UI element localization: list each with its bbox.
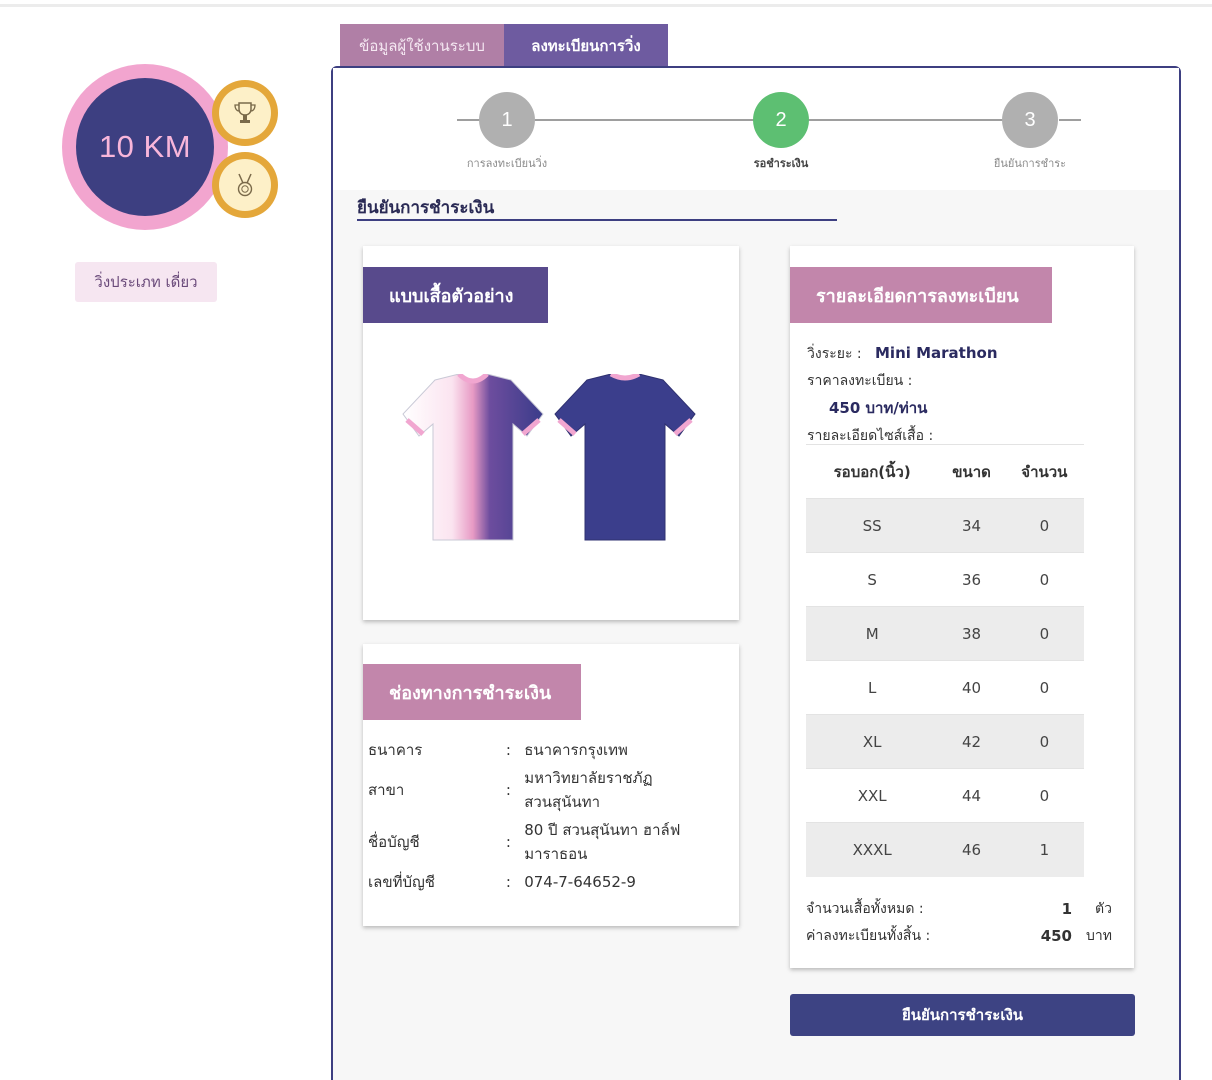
payment-channel-card: ช่องทางการชำระเงิน ธนาคาร : ธนาคารกรุงเท… bbox=[363, 644, 739, 926]
account-number-value: 074-7-64652-9 bbox=[524, 873, 636, 891]
payment-row: ธนาคาร : ธนาคารกรุงเทพ bbox=[368, 736, 728, 764]
step-2-circle: 2 bbox=[753, 92, 809, 148]
table-header-row: รอบอก(นิ้ว) ขนาด จำนวน bbox=[806, 444, 1084, 499]
column-header: รอบอก(นิ้ว) bbox=[806, 444, 939, 499]
total-shirts-label: จำนวนเสื้อทั้งหมด : bbox=[806, 901, 924, 917]
table-row: XL 42 0 bbox=[806, 714, 1084, 769]
step-3-label: ยืนยันการชำระ bbox=[993, 157, 1067, 170]
step-line bbox=[809, 119, 1005, 121]
total-shirts-value: 1 bbox=[1061, 900, 1072, 918]
medal-icon bbox=[237, 173, 253, 197]
distance-field-label: วิ่งระยะ : bbox=[807, 346, 862, 362]
table-row: M 38 0 bbox=[806, 606, 1084, 661]
price-field-label: ราคาลงทะเบียน : bbox=[807, 373, 913, 389]
table-row: XXL 44 0 bbox=[806, 768, 1084, 823]
top-divider bbox=[0, 4, 1212, 7]
registration-card-title: รายละเอียดการลงทะเบียน bbox=[790, 267, 1052, 323]
shirt-size-table: รอบอก(นิ้ว) ขนาด จำนวน SS 34 0 S 36 0 M bbox=[806, 444, 1084, 877]
branch-label: สาขา bbox=[368, 781, 405, 799]
total-fee-unit: บาท bbox=[1086, 928, 1112, 944]
total-shirts-unit: ตัว bbox=[1095, 901, 1112, 917]
trophy-badge bbox=[212, 80, 278, 146]
step-1-circle: 1 bbox=[479, 92, 535, 148]
distance-badge: 10 KM bbox=[62, 64, 228, 230]
account-number-label: เลขที่บัญชี bbox=[368, 873, 435, 891]
step-2-label: รอชำระเงิน bbox=[753, 157, 809, 170]
registration-detail-card: รายละเอียดการลงทะเบียน วิ่งระยะ : Mini M… bbox=[790, 246, 1134, 968]
price-field-value: 450 บาท/ท่าน bbox=[829, 399, 928, 417]
branch-value: มหาวิทยาลัยราชภัฏ สวนสุนันทา bbox=[524, 769, 653, 811]
table-row: S 36 0 bbox=[806, 552, 1084, 607]
payment-info-table: ธนาคาร : ธนาคารกรุงเทพ สาขา : มหาวิทยาลั… bbox=[368, 736, 728, 896]
distance-badge-inner: 10 KM bbox=[76, 78, 214, 216]
step-1-label: การลงทะเบียนวิ่ง bbox=[466, 157, 548, 170]
run-type-label: วิ่งประเภท เดี่ยว bbox=[75, 262, 217, 302]
account-name-value: 80 ปี สวนสุนันทา ฮาล์ฟ มาราธอน bbox=[524, 821, 681, 863]
distance-label: 10 KM bbox=[98, 129, 192, 164]
table-row: SS 34 0 bbox=[806, 498, 1084, 553]
payment-row: เลขที่บัญชี : 074-7-64652-9 bbox=[368, 868, 728, 896]
bank-label: ธนาคาร bbox=[368, 741, 423, 759]
progress-stepper: 1 2 3 การลงทะเบียนวิ่ง รอชำระเงิน ยืนยัน… bbox=[333, 68, 1179, 190]
distance-field-value: Mini Marathon bbox=[875, 344, 998, 362]
payment-row: สาขา : มหาวิทยาลัยราชภัฏ สวนสุนันทา bbox=[368, 764, 728, 816]
tab-user-info[interactable]: ข้อมูลผู้ใช้งานระบบ bbox=[340, 24, 504, 67]
shirt-sample-image bbox=[402, 374, 696, 541]
table-row: L 40 0 bbox=[806, 660, 1084, 715]
shirt-card-title: แบบเสื้อตัวอย่าง bbox=[363, 267, 548, 323]
section-underline bbox=[357, 219, 837, 221]
table-row: XXXL 46 1 bbox=[806, 822, 1084, 877]
total-fee-value: 450 bbox=[1040, 927, 1072, 945]
step-3-circle: 3 bbox=[1002, 92, 1058, 148]
step-line bbox=[535, 119, 755, 121]
registration-panel: 1 2 3 การลงทะเบียนวิ่ง รอชำระเงิน ยืนยัน… bbox=[331, 66, 1181, 1080]
registration-info: วิ่งระยะ : Mini Marathon ราคาลงทะเบียน :… bbox=[807, 340, 998, 450]
tab-run-registration[interactable]: ลงทะเบียนการวิ่ง bbox=[504, 24, 668, 67]
shirt-sample-card: แบบเสื้อตัวอย่าง bbox=[363, 246, 739, 620]
bank-value: ธนาคารกรุงเทพ bbox=[524, 741, 628, 759]
column-header: จำนวน bbox=[1004, 444, 1084, 499]
account-name-label: ชื่อบัญชี bbox=[368, 833, 420, 851]
payment-card-title: ช่องทางการชำระเงิน bbox=[363, 664, 581, 720]
medal-badge bbox=[212, 152, 278, 218]
total-fee-label: ค่าลงทะเบียนทั้งสิ้น : bbox=[806, 928, 931, 944]
registration-totals: จำนวนเสื้อทั้งหมด : 1 ตัว ค่าลงทะเบียนทั… bbox=[806, 896, 1136, 950]
confirm-payment-button[interactable]: ยืนยันการชำระเงิน bbox=[790, 994, 1135, 1036]
payment-row: ชื่อบัญชี : 80 ปี สวนสุนันทา ฮาล์ฟ มาราธ… bbox=[368, 816, 728, 868]
trophy-icon bbox=[234, 102, 256, 123]
column-header: ขนาด bbox=[938, 444, 1005, 499]
section-title: ยืนยันการชำระเงิน bbox=[357, 198, 495, 218]
step-line bbox=[1059, 119, 1081, 121]
